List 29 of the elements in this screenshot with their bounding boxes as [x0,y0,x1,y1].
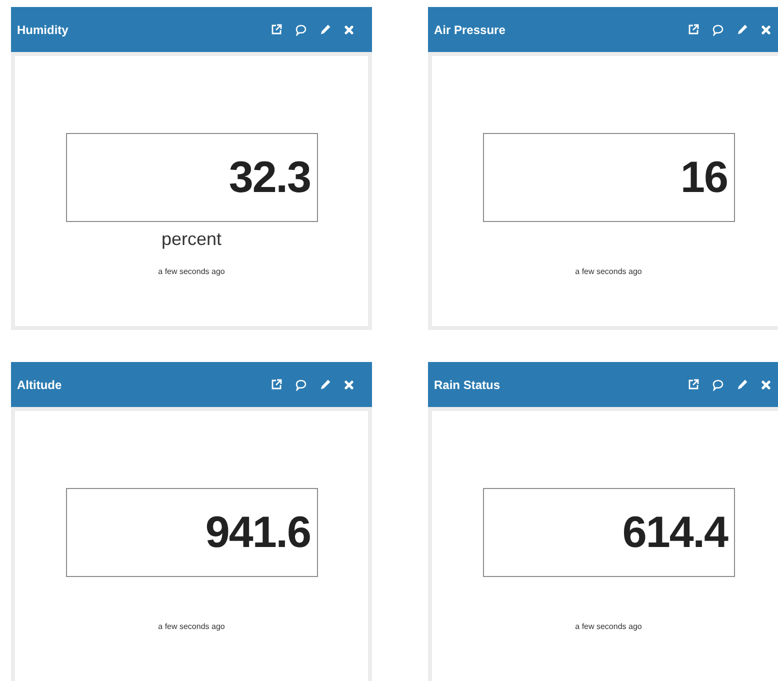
value-text: 941.6 [205,506,310,558]
external-link-icon[interactable] [688,379,699,390]
unit-label: percent [161,228,222,251]
external-link-icon[interactable] [688,24,699,35]
pencil-icon[interactable] [737,379,748,390]
close-icon[interactable] [761,380,771,390]
value-text: 32.3 [228,152,310,204]
close-icon[interactable] [344,24,354,34]
widget-title: Rain Status [434,376,500,394]
comment-icon[interactable] [712,378,724,390]
timestamp: a few seconds ago [158,266,225,278]
pencil-icon[interactable] [737,24,748,35]
comment-icon[interactable] [295,24,307,36]
widget-title: Air Pressure [434,22,506,38]
external-link-icon[interactable] [271,379,282,390]
external-link-icon[interactable] [271,24,282,35]
timestamp: a few seconds ago [158,621,225,633]
pencil-icon[interactable] [320,24,331,35]
value-text: 614.4 [622,506,728,558]
comment-icon[interactable] [295,378,307,390]
close-icon[interactable] [344,380,354,390]
value-text: 16 [680,152,728,204]
timestamp: a few seconds ago [575,266,642,278]
close-icon[interactable] [761,24,771,34]
widget-title: Altitude [17,376,62,394]
timestamp: a few seconds ago [575,621,642,633]
pencil-icon[interactable] [320,379,331,390]
comment-icon[interactable] [712,24,724,36]
widget-title: Humidity [17,22,68,38]
